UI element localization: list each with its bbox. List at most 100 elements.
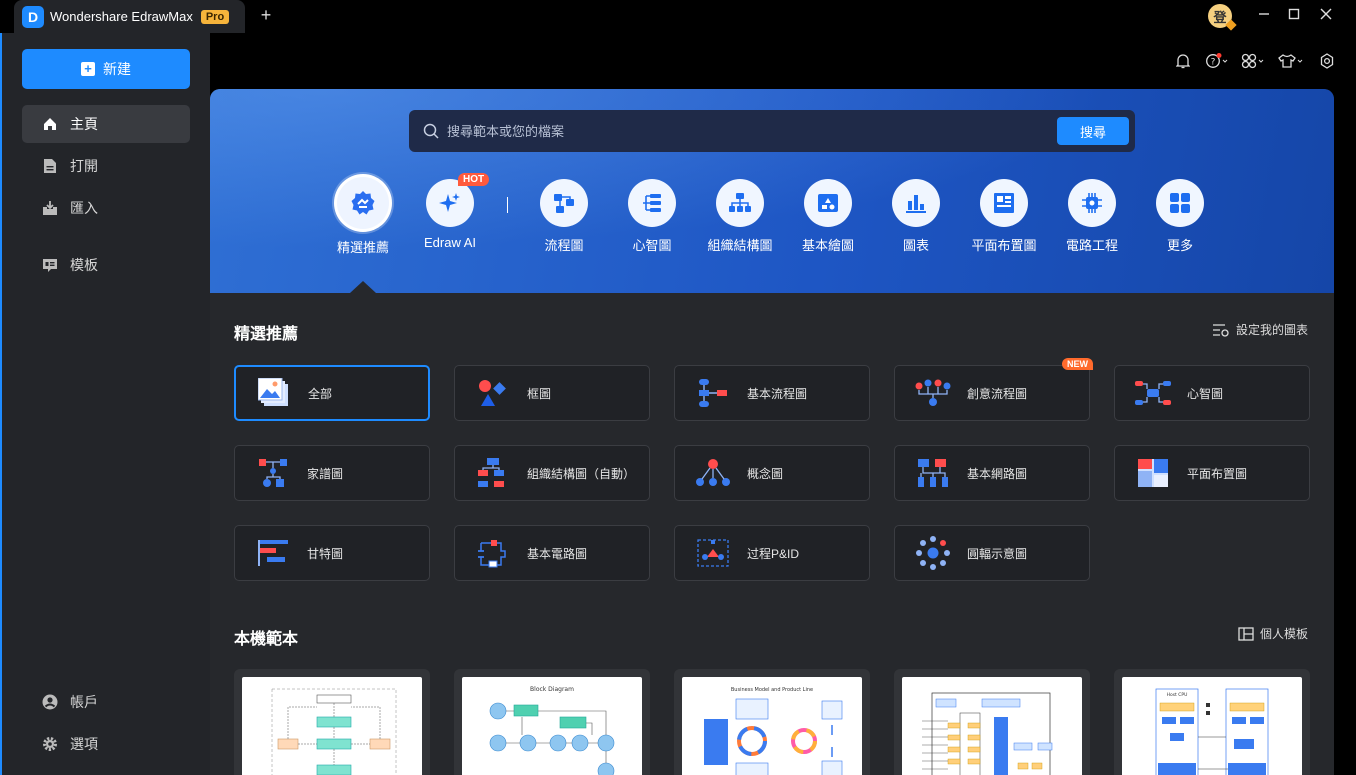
chart-icon (892, 179, 940, 227)
theme-shirt-icon[interactable] (1278, 51, 1304, 71)
title-bar: D Wondershare EdrawMax Pro + 登 (0, 0, 1356, 33)
apps-icon[interactable] (1240, 51, 1266, 71)
sidebar-item-label: 模板 (70, 257, 98, 273)
template-card-floorplan[interactable]: 平面布置圖 (1114, 445, 1310, 501)
sidebar-item-templates[interactable]: 模板 (22, 246, 190, 284)
category-label: 流程圖 (544, 238, 584, 253)
svg-text:?: ? (1211, 58, 1216, 68)
sidebar-item-account[interactable]: 帳戶 (22, 683, 190, 721)
maximize-icon[interactable] (1284, 7, 1304, 25)
sidebar-item-label: 打開 (70, 158, 98, 174)
category-basic-drawing[interactable]: 基本繪圖 (788, 179, 868, 254)
sidebar-item-label: 匯入 (70, 200, 98, 216)
spoke-diagram-icon (913, 535, 953, 571)
category-edraw-ai[interactable]: HOT Edraw AI (410, 173, 490, 250)
category-chart[interactable]: 圖表 (876, 179, 956, 254)
new-badge: NEW (1062, 358, 1093, 370)
template-card-block-diagram[interactable]: 框圖 (454, 365, 650, 421)
thumbnail-title: Business Model and Product Line (731, 687, 813, 693)
new-tab-button[interactable]: + (256, 5, 276, 27)
new-document-label: 新建 (103, 61, 131, 77)
template-card-network-diagram[interactable]: 基本網路圖 (894, 445, 1090, 501)
sidebar-item-label: 帳戶 (70, 694, 98, 710)
template-thumbnail[interactable]: Host CPU (1114, 669, 1310, 775)
file-icon (42, 158, 58, 174)
template-card-basic-circuit[interactable]: 基本電路圖 (454, 525, 650, 581)
sidebar: + 新建 主頁 打開 匯入 模板 帳戶 選項 (0, 33, 210, 775)
search-button[interactable]: 搜尋 (1057, 117, 1129, 145)
search-icon (423, 123, 439, 139)
category-circuit[interactable]: 電路工程 (1052, 179, 1132, 254)
card-label: 基本網路圖 (967, 466, 1028, 481)
sidebar-item-label: 主頁 (70, 116, 98, 132)
template-thumbnail[interactable] (894, 669, 1090, 775)
main-panel: 搜尋 精選推薦 HOT Edraw AI 流程圖 心智圖 組織結構圖 (210, 89, 1334, 775)
category-more[interactable]: 更多 (1140, 179, 1220, 254)
template-thumbnail[interactable]: Block Diagram (454, 669, 650, 775)
gantt-icon (253, 535, 293, 571)
minimize-icon[interactable] (1254, 7, 1274, 25)
card-label: 基本流程圖 (747, 386, 808, 401)
mindmap-icon (628, 179, 676, 227)
card-label: 甘特圖 (307, 546, 344, 561)
notification-bell-icon[interactable] (1172, 51, 1194, 71)
category-flowchart[interactable]: 流程圖 (524, 179, 604, 254)
template-card-auto-orgchart[interactable]: 組織結構圖（自動） (454, 445, 650, 501)
network-diagram-icon (913, 455, 953, 491)
sidebar-item-import[interactable]: 匯入 (22, 189, 190, 227)
category-label: 圖表 (902, 238, 929, 253)
template-card-gantt[interactable]: 甘特圖 (234, 525, 430, 581)
search-input[interactable] (447, 123, 1037, 139)
category-label: 更多 (1166, 238, 1193, 253)
template-thumbnail[interactable]: Business Model and Product Line (674, 669, 870, 775)
category-label: Edraw AI (423, 235, 477, 250)
template-card-spoke-diagram[interactable]: 圓輻示意圖 (894, 525, 1090, 581)
template-card-process-pid[interactable]: 过程P&ID (674, 525, 870, 581)
template-card-mindmap[interactable]: 心智圖 (1114, 365, 1310, 421)
template-card-all[interactable]: 全部 (234, 365, 430, 421)
card-label: 心智圖 (1187, 386, 1224, 401)
thumbnail-preview: Business Model and Product Line (682, 677, 862, 775)
category-floorplan[interactable]: 平面布置圖 (964, 179, 1044, 254)
category-featured[interactable]: 精選推薦 (323, 177, 403, 256)
category-orgchart[interactable]: 組織結構圖 (700, 179, 780, 254)
thumbnail-title: Host CPU (1167, 692, 1188, 698)
category-label: 電路工程 (1065, 238, 1118, 253)
card-label: 基本電路圖 (527, 546, 588, 561)
circuit-icon (1068, 179, 1116, 227)
template-card-concept-map[interactable]: 概念圖 (674, 445, 870, 501)
card-label: 全部 (308, 386, 333, 401)
thumbnail-preview (902, 677, 1082, 775)
thumbnail-preview (242, 677, 422, 775)
featured-section-title: 精選推薦 (234, 326, 299, 343)
basic-circuit-icon (473, 535, 513, 571)
category-label: 精選推薦 (336, 240, 389, 255)
personal-templates-label: 個人模板 (1260, 627, 1309, 641)
card-label: 組織結構圖（自動） (527, 466, 636, 481)
settings-gear-icon[interactable] (1316, 51, 1338, 71)
app-tab[interactable]: D Wondershare EdrawMax Pro (14, 0, 245, 33)
personal-templates-link[interactable]: 個人模板 (1238, 625, 1308, 642)
creative-flowchart-icon (913, 375, 953, 411)
set-my-diagrams-link[interactable]: 設定我的圖表 (1212, 321, 1308, 338)
ai-sparkle-icon (426, 179, 474, 227)
template-card-creative-flowchart[interactable]: 創意流程圖 NEW (894, 358, 1093, 421)
sidebar-item-options[interactable]: 選項 (22, 725, 190, 763)
close-icon[interactable] (1316, 7, 1336, 25)
new-document-button[interactable]: + 新建 (22, 49, 190, 89)
template-card-basic-flowchart[interactable]: 基本流程圖 (674, 365, 870, 421)
category-label: 平面布置圖 (971, 238, 1037, 253)
more-grid-icon (1156, 179, 1204, 227)
basic-flowchart-icon (693, 375, 733, 411)
card-label: 框圖 (527, 386, 552, 401)
account-icon (42, 694, 58, 710)
sidebar-item-home[interactable]: 主頁 (22, 105, 190, 143)
help-icon[interactable]: ? (1204, 51, 1230, 71)
template-card-family-tree[interactable]: 家譜圖 (234, 445, 430, 501)
category-mindmap[interactable]: 心智圖 (612, 179, 692, 254)
search-bar: 搜尋 (409, 110, 1135, 152)
sidebar-item-open[interactable]: 打開 (22, 147, 190, 185)
user-avatar[interactable]: 登 (1208, 4, 1232, 28)
template-thumbnail[interactable] (234, 669, 430, 775)
concept-map-icon (693, 455, 733, 491)
